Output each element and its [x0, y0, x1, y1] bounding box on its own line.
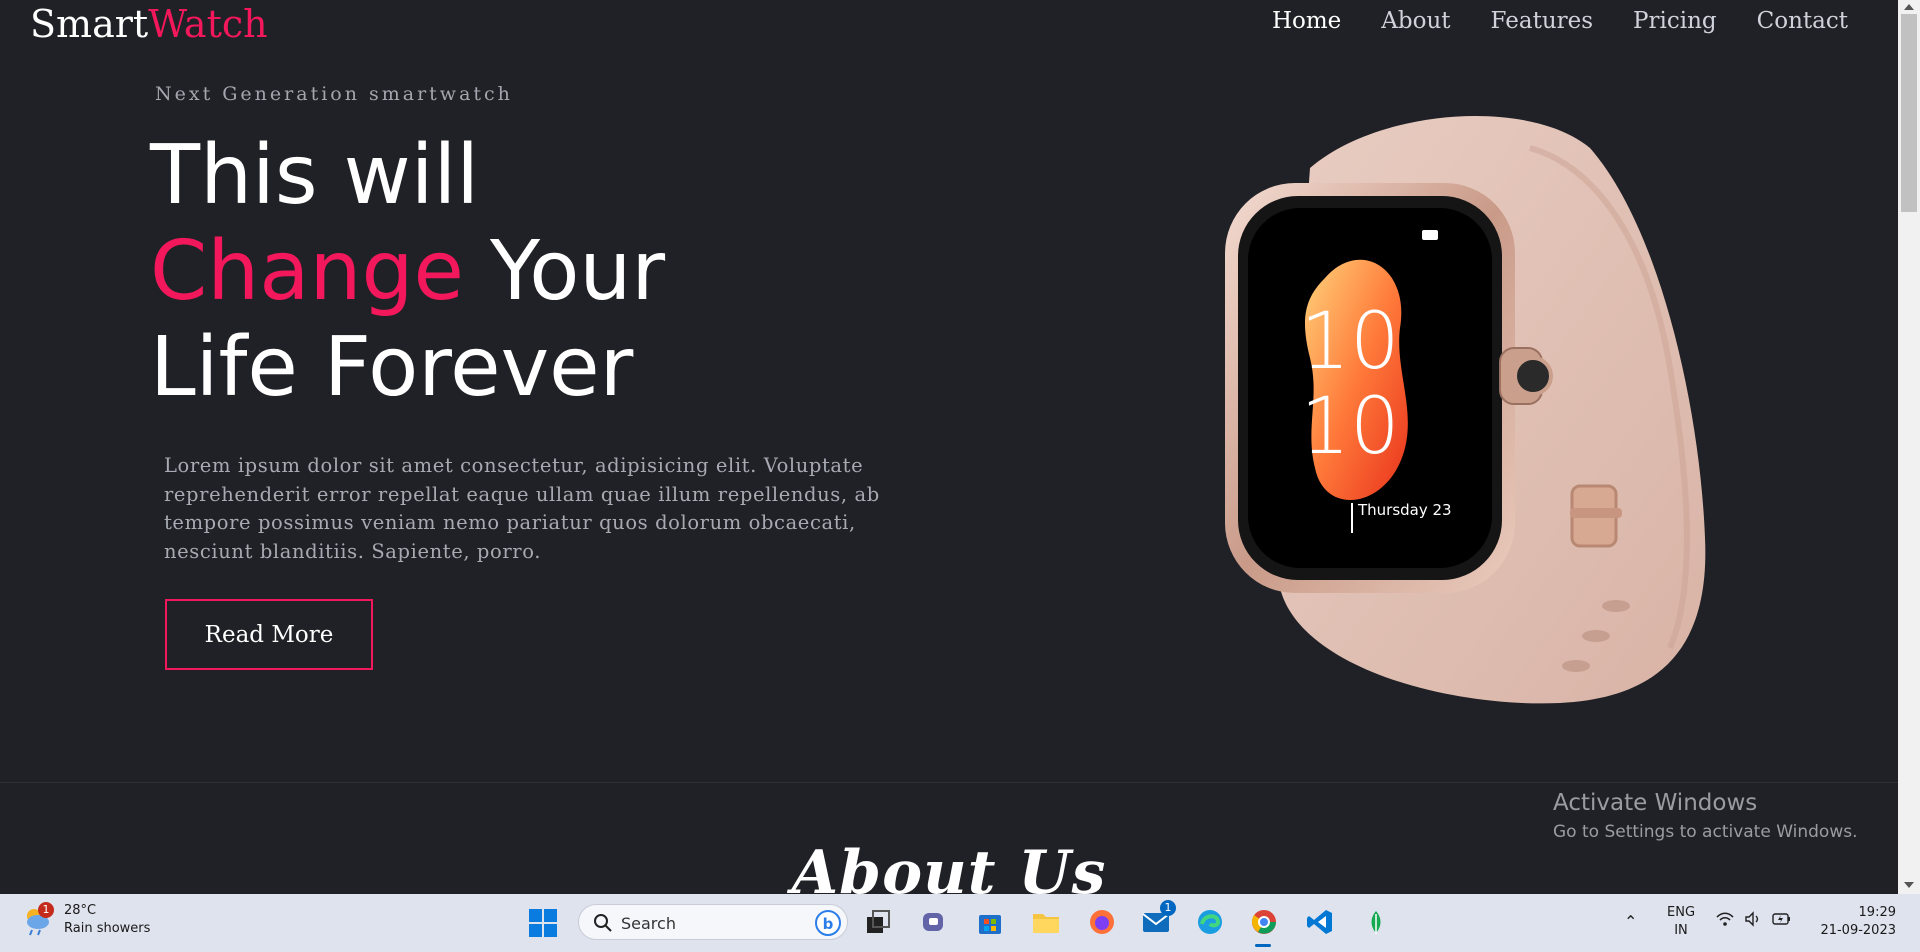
watch-face-minutes: 10 [1300, 382, 1399, 472]
bing-icon[interactable]: b [815, 910, 841, 936]
brand-logo-part2: Watch [148, 2, 268, 46]
file-explorer-icon[interactable] [1030, 906, 1062, 938]
battery-charging-icon[interactable] [1772, 911, 1792, 931]
weather-temperature: 28°C [64, 903, 97, 918]
mongodb-icon[interactable] [1360, 906, 1392, 938]
watermark-subtitle: Go to Settings to activate Windows. [1553, 822, 1858, 842]
rain-cloud-icon: 1 [22, 902, 54, 936]
edge-icon[interactable] [1194, 906, 1226, 938]
windows-start-icon[interactable] [528, 908, 558, 938]
weather-widget[interactable]: 1 28°C Rain showers [22, 902, 150, 938]
store-icon[interactable] [974, 906, 1006, 938]
clock-time: 19:29 [1858, 905, 1896, 920]
smartwatch-image: 10 10 Thursday 23 [1225, 115, 1706, 704]
show-hidden-icons-chevron-icon[interactable]: ⌃ [1624, 912, 1637, 931]
nav-link-features[interactable]: Features [1491, 8, 1594, 34]
watch-face-date: Thursday 23 [1357, 501, 1452, 519]
task-view-icon[interactable] [862, 906, 894, 938]
weather-notification-badge: 1 [38, 902, 54, 918]
weather-condition: Rain showers [64, 921, 151, 936]
hero-description: Lorem ipsum dolor sit amet consectetur, … [164, 454, 880, 563]
brand-logo[interactable]: SmartWatch [30, 2, 268, 46]
wifi-icon[interactable] [1716, 911, 1734, 931]
mail-notification-badge: 1 [1160, 900, 1176, 916]
about-section-title: About Us [791, 838, 1107, 894]
web-page: SmartWatch Home About Features Pricing C… [0, 0, 1898, 894]
section-divider [0, 782, 1898, 783]
firefox-icon[interactable] [1086, 906, 1118, 938]
nav-link-pricing[interactable]: Pricing [1633, 8, 1717, 34]
read-more-button[interactable]: Read More [165, 599, 373, 670]
nav-link-home[interactable]: Home [1272, 8, 1341, 34]
system-tray[interactable] [1716, 911, 1792, 931]
language-code: ENG [1667, 905, 1696, 920]
headline-line1: This will [150, 128, 480, 223]
windows-taskbar: 1 28°C Rain showers Search b 1 ⌃ ENG IN [0, 894, 1920, 952]
teams-icon[interactable] [918, 906, 950, 938]
page-scrollbar[interactable] [1898, 0, 1920, 894]
vscode-icon[interactable] [1304, 906, 1336, 938]
headline-line2-rest: Your [463, 224, 666, 319]
search-icon [594, 914, 612, 932]
headline-accent-word: Change [150, 224, 464, 319]
volume-icon[interactable] [1744, 911, 1762, 931]
scrollbar-thumb[interactable] [1901, 14, 1917, 212]
active-app-indicator [1255, 944, 1271, 947]
activate-windows-watermark: Activate Windows Go to Settings to activ… [1553, 790, 1858, 842]
watch-face-hours: 10 [1300, 297, 1399, 387]
search-placeholder: Search [621, 914, 676, 933]
watermark-title: Activate Windows [1553, 790, 1758, 816]
main-nav: Home About Features Pricing Contact [1272, 8, 1848, 34]
nav-link-about[interactable]: About [1381, 8, 1450, 34]
language-region: IN [1674, 923, 1688, 938]
brand-logo-part1: Smart [30, 2, 149, 46]
hero-headline: This will Change Your Life Forever [150, 128, 665, 416]
mail-icon[interactable]: 1 [1140, 900, 1176, 938]
clock-date: 21-09-2023 [1820, 923, 1896, 938]
svg-text:b: b [823, 915, 834, 933]
scroll-down-arrow-icon[interactable] [1904, 882, 1914, 888]
language-indicator[interactable]: ENG IN [1667, 904, 1695, 940]
hero-eyebrow: Next Generation smartwatch [155, 83, 513, 105]
taskbar-search-box[interactable]: Search b [578, 904, 848, 940]
scroll-up-arrow-icon[interactable] [1904, 4, 1914, 10]
taskbar-clock[interactable]: 19:29 21-09-2023 [1812, 904, 1896, 940]
nav-link-contact[interactable]: Contact [1757, 8, 1848, 34]
headline-line3: Life Forever [150, 320, 634, 415]
chrome-icon[interactable] [1248, 906, 1280, 938]
